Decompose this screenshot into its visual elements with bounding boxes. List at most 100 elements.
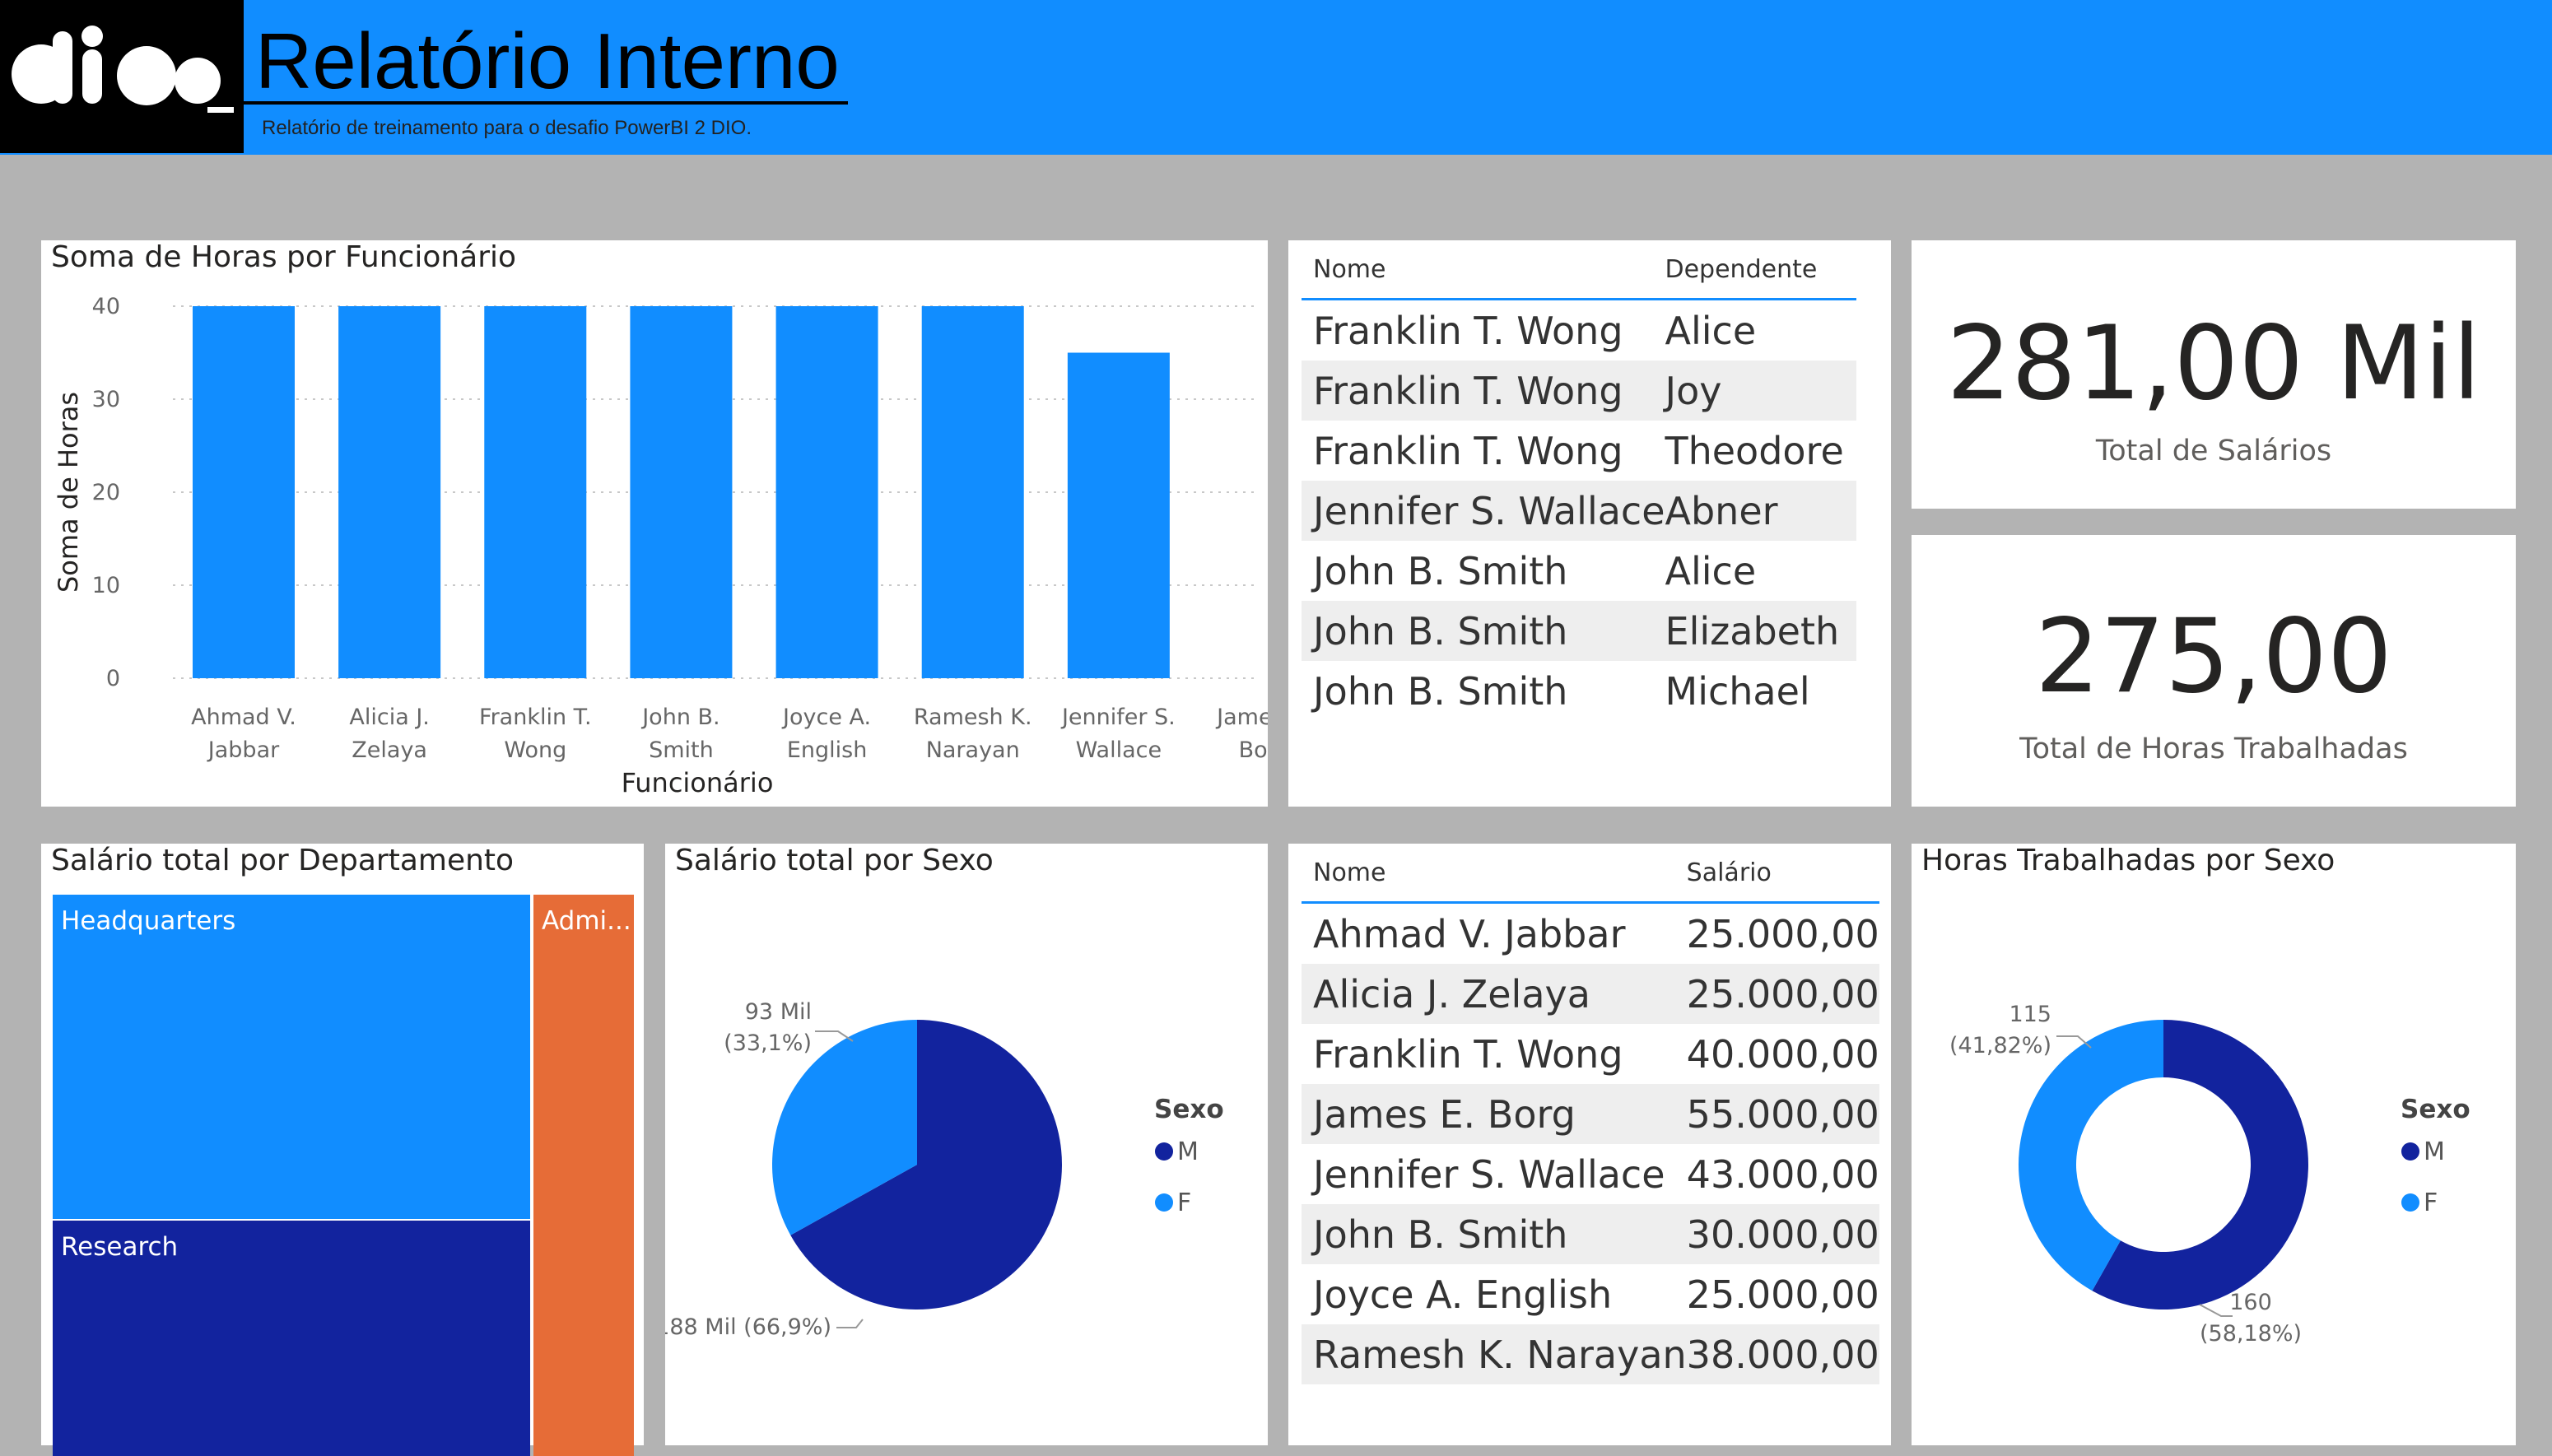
treemap-title: Salário total por Departamento — [51, 844, 515, 877]
cell-nome: Franklin T. Wong — [1313, 308, 1623, 353]
cell-nome: Ramesh K. Narayan — [1302, 1324, 1687, 1384]
cell-salario: 25.000,00 — [1686, 964, 1879, 1024]
title-underline — [244, 101, 848, 105]
column-header-salario[interactable]: Salário — [1686, 844, 1879, 904]
hours-by-sex-donut-chart: 160 (58,18%)115 (41,82%)SexoMF — [1949, 1002, 2471, 1347]
table-row[interactable]: Jennifer S. Wallace Abner — [1302, 481, 1856, 541]
legend-marker — [2401, 1193, 2419, 1212]
hours-bar-chart-card[interactable]: Soma de Horas por Funcionário 0 10 20 30 40 A… — [41, 240, 1268, 807]
x-tick-label: Ahmad V. Jabbar — [191, 705, 296, 763]
column-header-nome[interactable]: Nome — [1302, 240, 1665, 300]
cell-nome: Ahmad V. Jabbar — [1313, 911, 1626, 956]
column-header-nome[interactable]: Nome — [1302, 844, 1687, 904]
bar[interactable] — [338, 306, 441, 678]
data-label: 115 (41,82%) — [1949, 1002, 2051, 1058]
treemap-tile-research[interactable]: Research — [53, 1221, 530, 1456]
cell-nome: Joyce A. English — [1313, 1272, 1613, 1317]
bar[interactable] — [484, 306, 587, 678]
bar[interactable] — [630, 306, 733, 678]
cell-salario: 25.000,00 — [1686, 1272, 1879, 1317]
total-hours-card[interactable]: 275,00 Total de Horas Trabalhadas — [1912, 535, 2516, 807]
x-tick-label: Franklin T. Wong — [479, 705, 592, 763]
dio-logo-mark — [12, 26, 234, 113]
table-row[interactable]: James E. Borg 55.000,00 — [1302, 1084, 1879, 1144]
x-tick-label: Alicia J. Zelaya — [349, 705, 430, 763]
x-tick-label: John B. Smith — [640, 705, 719, 763]
table-row[interactable]: Franklin T. Wong Theodore — [1302, 421, 1856, 481]
y-tick-label: 20 — [92, 480, 120, 505]
table-row[interactable]: Ahmad V. Jabbar 25.000,00 — [1302, 903, 1879, 965]
cell-salario: 25.000,00 — [1686, 911, 1879, 956]
cell-nome: Franklin T. Wong — [1313, 428, 1623, 473]
y-tick-label: 0 — [106, 666, 120, 691]
table-row[interactable]: Franklin T. Wong 40.000,00 — [1302, 1024, 1879, 1084]
treemap-tile-headquarters[interactable]: Headquarters — [53, 895, 530, 1219]
x-tick-label: Ramesh K. Narayan — [914, 705, 1032, 763]
table-row[interactable]: Joyce A. English 25.000,00 — [1302, 1264, 1879, 1324]
y-tick-label: 10 — [92, 573, 120, 598]
cell-dependente: Alice — [1665, 548, 1757, 593]
cell-salario: 40.000,00 — [1686, 1031, 1879, 1077]
x-tick-label: James E.Borg — [1215, 705, 1268, 763]
page-title: Relatório Interno — [255, 17, 840, 105]
total-salary-value: 281,00 Mil — [1946, 305, 2481, 423]
y-axis-title: Soma de Horas — [53, 392, 84, 593]
hours-by-sex-donut-card[interactable]: Horas Trabalhadas por Sexo 160 (58,18%) 11… — [1912, 844, 2516, 1445]
legend-title: Sexo — [1154, 1095, 1224, 1124]
legend-title: Sexo — [2401, 1095, 2471, 1124]
dio-logo — [0, 0, 244, 153]
total-hours-value: 275,00 — [2035, 598, 2392, 716]
y-tick-label: 30 — [92, 387, 120, 412]
cell-dependente: Theodore — [1665, 428, 1844, 473]
dependents-table: Nome Dependente Franklin T. Wong Alice Fra… — [1302, 240, 1856, 721]
cell-salario: 55.000,00 — [1686, 1084, 1879, 1144]
bar[interactable] — [1067, 352, 1170, 679]
cell-salario: 30.000,00 — [1686, 1204, 1879, 1264]
leader-line — [2199, 1304, 2233, 1317]
cell-nome: Franklin T. Wong — [1313, 1031, 1623, 1077]
cell-dependente: Joy — [1665, 361, 1856, 421]
salary-table-card[interactable]: Nome Salário Ahmad V. Jabbar 25.000,00 Ali… — [1288, 844, 1891, 1445]
table-row[interactable]: Jennifer S. Wallace 43.000,00 — [1302, 1144, 1879, 1204]
cell-dependente: Abner — [1665, 481, 1856, 541]
cell-nome: John B. Smith — [1302, 601, 1665, 661]
data-label: 93 Mil (33,1%) — [724, 999, 812, 1056]
x-tick-label: Joyce A. English — [781, 705, 871, 763]
cell-nome: Jennifer S. Wallace — [1302, 481, 1665, 541]
legend-marker — [1155, 1193, 1173, 1212]
table-row[interactable]: Alicia J. Zelaya 25.000,00 — [1302, 964, 1879, 1024]
hours-bar-chart: 0 10 20 30 40 Ahmad V. Jabbar Alicia J. Zelaya Fr… — [53, 294, 1268, 798]
bar[interactable] — [193, 306, 295, 678]
leader-line — [836, 1319, 864, 1328]
total-salary-label: Total de Salários — [2095, 435, 2332, 468]
cell-nome: John B. Smith — [1313, 548, 1568, 593]
legend-item-m[interactable]: M — [2424, 1137, 2445, 1166]
cell-nome: Jennifer S. Wallace — [1313, 1151, 1665, 1197]
treemap-tile-administration[interactable]: Admi... — [533, 895, 634, 1456]
bar[interactable] — [921, 306, 1024, 678]
legend-item-m[interactable]: M — [1177, 1137, 1199, 1166]
cell-salario: 43.000,00 — [1686, 1151, 1879, 1197]
table-row[interactable]: John B. Smith 30.000,00 — [1302, 1204, 1879, 1264]
cell-nome: Alicia J. Zelaya — [1302, 964, 1687, 1024]
department-treemap-card[interactable]: Salário total por Departamento Headquart… — [41, 844, 644, 1456]
column-header-dependente[interactable]: Dependente — [1665, 240, 1856, 300]
data-label: 188 Mil (66,9%) — [665, 1314, 831, 1340]
cell-nome: John B. Smith — [1302, 1204, 1687, 1264]
table-row[interactable]: John B. Smith Elizabeth — [1302, 601, 1856, 661]
bar[interactable] — [775, 306, 878, 678]
table-row[interactable]: John B. Smith Alice — [1302, 541, 1856, 601]
salary-by-sex-pie-card[interactable]: Salário total por Sexo 188 Mil (66,9%) 93… — [665, 844, 1268, 1445]
dependents-table-card[interactable]: Nome Dependente Franklin T. Wong Alice Fra… — [1288, 240, 1891, 807]
table-row[interactable]: John B. Smith Michael — [1302, 661, 1856, 721]
legend-item-f[interactable]: F — [2424, 1189, 2438, 1217]
x-axis-title: Funcionário — [622, 767, 774, 798]
legend-item-f[interactable]: F — [1177, 1189, 1191, 1217]
table-row[interactable]: Franklin T. Wong Joy — [1302, 361, 1856, 421]
salary-by-sex-pie-chart: 188 Mil (66,9%) 93 Mil (33,1%) Sexo MF — [665, 999, 1224, 1340]
legend-marker — [2401, 1142, 2419, 1161]
total-salary-card[interactable]: 281,00 Mil Total de Salários — [1912, 240, 2516, 509]
table-row[interactable]: Franklin T. Wong Alice — [1302, 300, 1856, 361]
table-row[interactable]: Ramesh K. Narayan 38.000,00 — [1302, 1324, 1879, 1384]
cell-salario: 38.000,00 — [1686, 1324, 1879, 1384]
